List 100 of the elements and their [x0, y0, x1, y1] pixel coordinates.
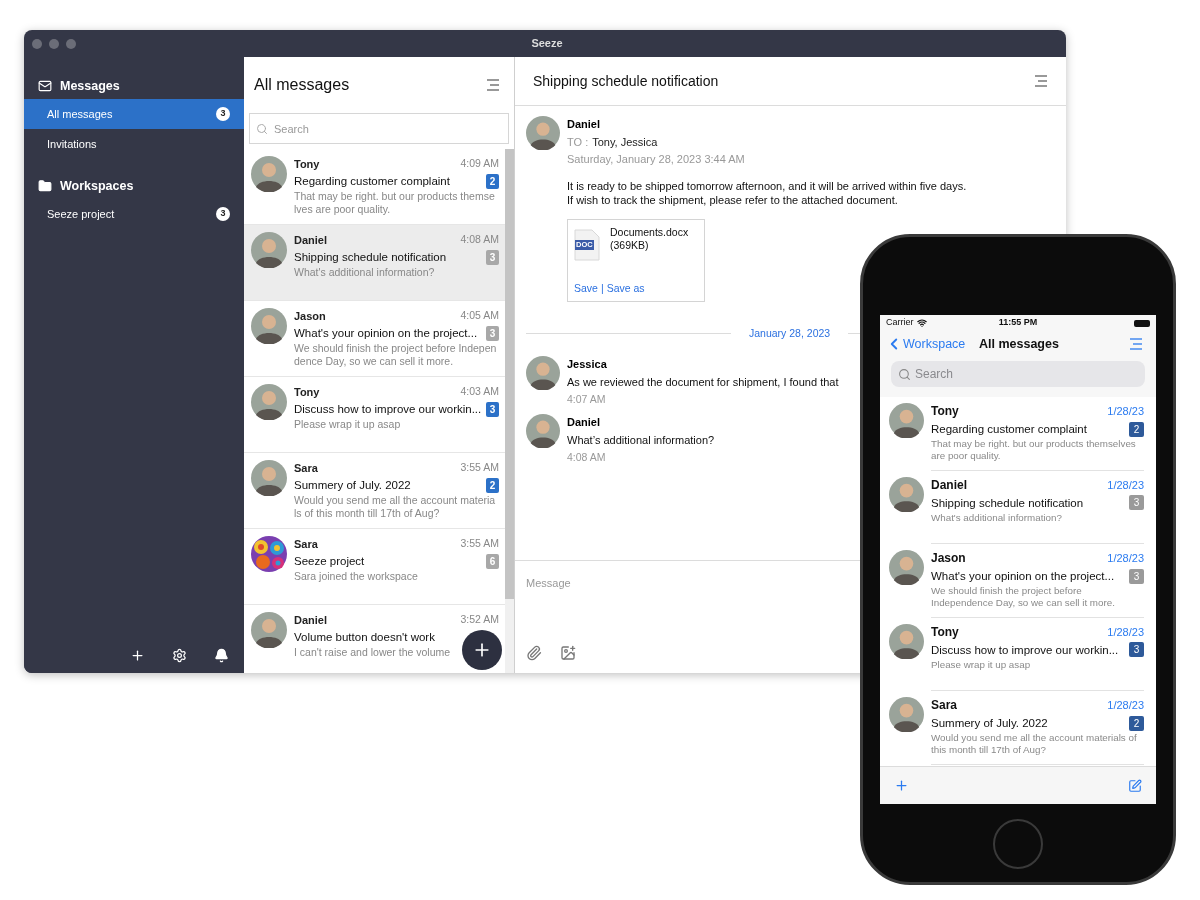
section-title: Workspaces	[60, 177, 134, 195]
sender-name: Daniel	[567, 414, 601, 430]
message-date: 1/28/23	[1107, 404, 1144, 419]
message-preview: Please wrap it up asap	[931, 658, 1032, 671]
sender-name: Sara	[294, 537, 318, 552]
count-badge: 2	[486, 173, 499, 189]
avatar	[889, 476, 924, 512]
avatar	[526, 355, 560, 390]
sender-name: Jason	[294, 309, 326, 324]
sidebar-item[interactable]: Seeze project 3	[24, 199, 244, 229]
message-time: 3:55 AM	[460, 536, 499, 550]
avatar	[889, 697, 924, 732]
menu-icon[interactable]	[1129, 337, 1143, 351]
reply-time: 4:08 AM	[567, 449, 607, 464]
sender-name: Tony	[931, 403, 959, 420]
folder-icon	[38, 179, 52, 193]
avatar	[889, 623, 924, 659]
save-link[interactable]: Save	[574, 281, 598, 297]
message-row[interactable]: Daniel 4:08 AM Shipping schedule notification 3 What's additional information?	[244, 225, 505, 301]
message-subject: What's your opinion on the project...	[294, 326, 478, 341]
message-time: 3:52 AM	[460, 612, 499, 626]
sender-name: Tony	[294, 385, 320, 400]
menu-icon[interactable]	[1034, 74, 1048, 88]
to-label: TO :	[567, 135, 589, 150]
window-control[interactable]	[66, 38, 76, 49]
count-badge: 2	[1129, 715, 1144, 731]
back-button[interactable]: Workspace	[885, 334, 979, 354]
settings-icon[interactable]	[172, 648, 187, 663]
count-badge: 3	[486, 325, 499, 341]
message-body: If wish to track the shipment, please refer to the attached document.	[567, 193, 899, 207]
sender-name: Tony	[931, 623, 959, 641]
message-body: It is ready to be shipped tomorrow afternoon, and it will be arrived within five days.	[567, 179, 967, 193]
message-subject: Shipping schedule notification	[294, 250, 447, 265]
sender-name: Daniel	[931, 476, 967, 494]
avatar	[251, 384, 287, 420]
message-time: 4:03 AM	[460, 384, 499, 398]
message-row[interactable]: Tony 1/28/23 Regarding customer complaint 2 That may be right. but our products themselves are poor quality.	[880, 397, 1156, 471]
count-badge: 3	[1129, 642, 1144, 657]
search-field[interactable]: Search	[891, 361, 1145, 387]
message-row[interactable]: Sara 1/28/23 Summery of July. 2022 2 Would you send me all the account materials of this month till 17th of Aug?	[880, 691, 1156, 765]
message-time: 4:05 AM	[460, 308, 499, 322]
message-time: 3:55 AM	[460, 460, 499, 474]
count-badge: 3	[216, 207, 230, 221]
file-size: (369KB)	[610, 239, 650, 252]
message-preview: Sara joined the workspace	[294, 570, 419, 583]
message-subject: Discuss how to improve our workin...	[294, 402, 482, 417]
home-button[interactable]	[993, 819, 1043, 869]
message-preview: What's additional information?	[931, 511, 1063, 524]
list-title: All messages	[254, 75, 350, 95]
avatar	[251, 232, 287, 268]
message-subject: Regarding customer complaint	[294, 174, 450, 189]
message-preview: That may be right. but our products themselves are poor quality.	[931, 438, 1137, 462]
window-title: Seeze	[530, 36, 564, 52]
pattern-avatar	[251, 536, 287, 572]
file-name: Documents.docx	[610, 226, 689, 239]
sender-name: Sara	[931, 697, 958, 714]
message-row[interactable]: Tony 1/28/23 Discuss how to improve our workin... 3 Please wrap it up asap	[880, 617, 1156, 691]
sender-name: Sara	[294, 461, 318, 476]
nav-title: All messages	[979, 335, 1060, 353]
window-control[interactable]	[32, 38, 42, 49]
sidebar-item[interactable]: Invitations	[24, 129, 244, 159]
scrollbar[interactable]	[505, 149, 514, 673]
avatar	[251, 460, 287, 496]
reply-text: What’s additional information?	[567, 432, 715, 448]
message-preview: Would you send me all the account materials of this month till 17th of Aug?	[294, 494, 497, 520]
message-date: 1/28/23	[1107, 551, 1144, 566]
save-link[interactable]: Save as	[606, 281, 645, 297]
add-image-icon[interactable]	[560, 645, 576, 661]
compose-icon[interactable]	[1128, 778, 1142, 793]
message-row[interactable]: Daniel 1/28/23 Shipping schedule notification 3 What's additional information?	[880, 470, 1156, 544]
count-badge: 3	[486, 249, 499, 265]
mail-icon	[38, 79, 52, 93]
recipients: Tony, Jessica	[592, 135, 658, 150]
count-badge: 3	[1129, 568, 1144, 584]
message-date: Saturday, January 28, 2023 3:44 AM	[567, 152, 746, 167]
message-date: 1/28/23	[1107, 624, 1144, 640]
menu-icon[interactable]	[486, 78, 500, 92]
search-field[interactable]: Search	[249, 113, 509, 144]
sidebar-item[interactable]: All messages 3	[24, 99, 244, 129]
reply-text: As we reviewed the document for shipment, I found that	[567, 374, 839, 390]
bell-icon[interactable]	[214, 648, 229, 663]
message-subject: Seeze project	[294, 554, 365, 569]
message-subject: What's your opinion on the project...	[931, 569, 1115, 584]
battery-icon	[1134, 319, 1150, 327]
detail-title: Shipping schedule notification	[533, 71, 719, 91]
message-subject: Summery of July. 2022	[294, 478, 411, 493]
paperclip-icon[interactable]	[526, 645, 542, 661]
avatar	[251, 308, 287, 344]
message-row[interactable]: Jason 1/28/23 What's your opinion on the project... 3 We should finish the project before Independence Day, so we can sell it more.	[880, 544, 1156, 618]
add-icon[interactable]	[130, 648, 145, 663]
window-control[interactable]	[49, 38, 59, 49]
sender-name: Jessica	[567, 356, 608, 372]
avatar	[889, 403, 924, 438]
sender-name: Jason	[931, 550, 966, 567]
sender-name: Daniel	[294, 233, 327, 248]
message-date: 1/28/23	[1107, 698, 1144, 713]
message-subject: Discuss how to improve our workin...	[931, 642, 1119, 658]
search-icon	[256, 123, 268, 135]
message-field[interactable]: Message	[526, 575, 826, 592]
count-badge: 3	[216, 107, 230, 121]
